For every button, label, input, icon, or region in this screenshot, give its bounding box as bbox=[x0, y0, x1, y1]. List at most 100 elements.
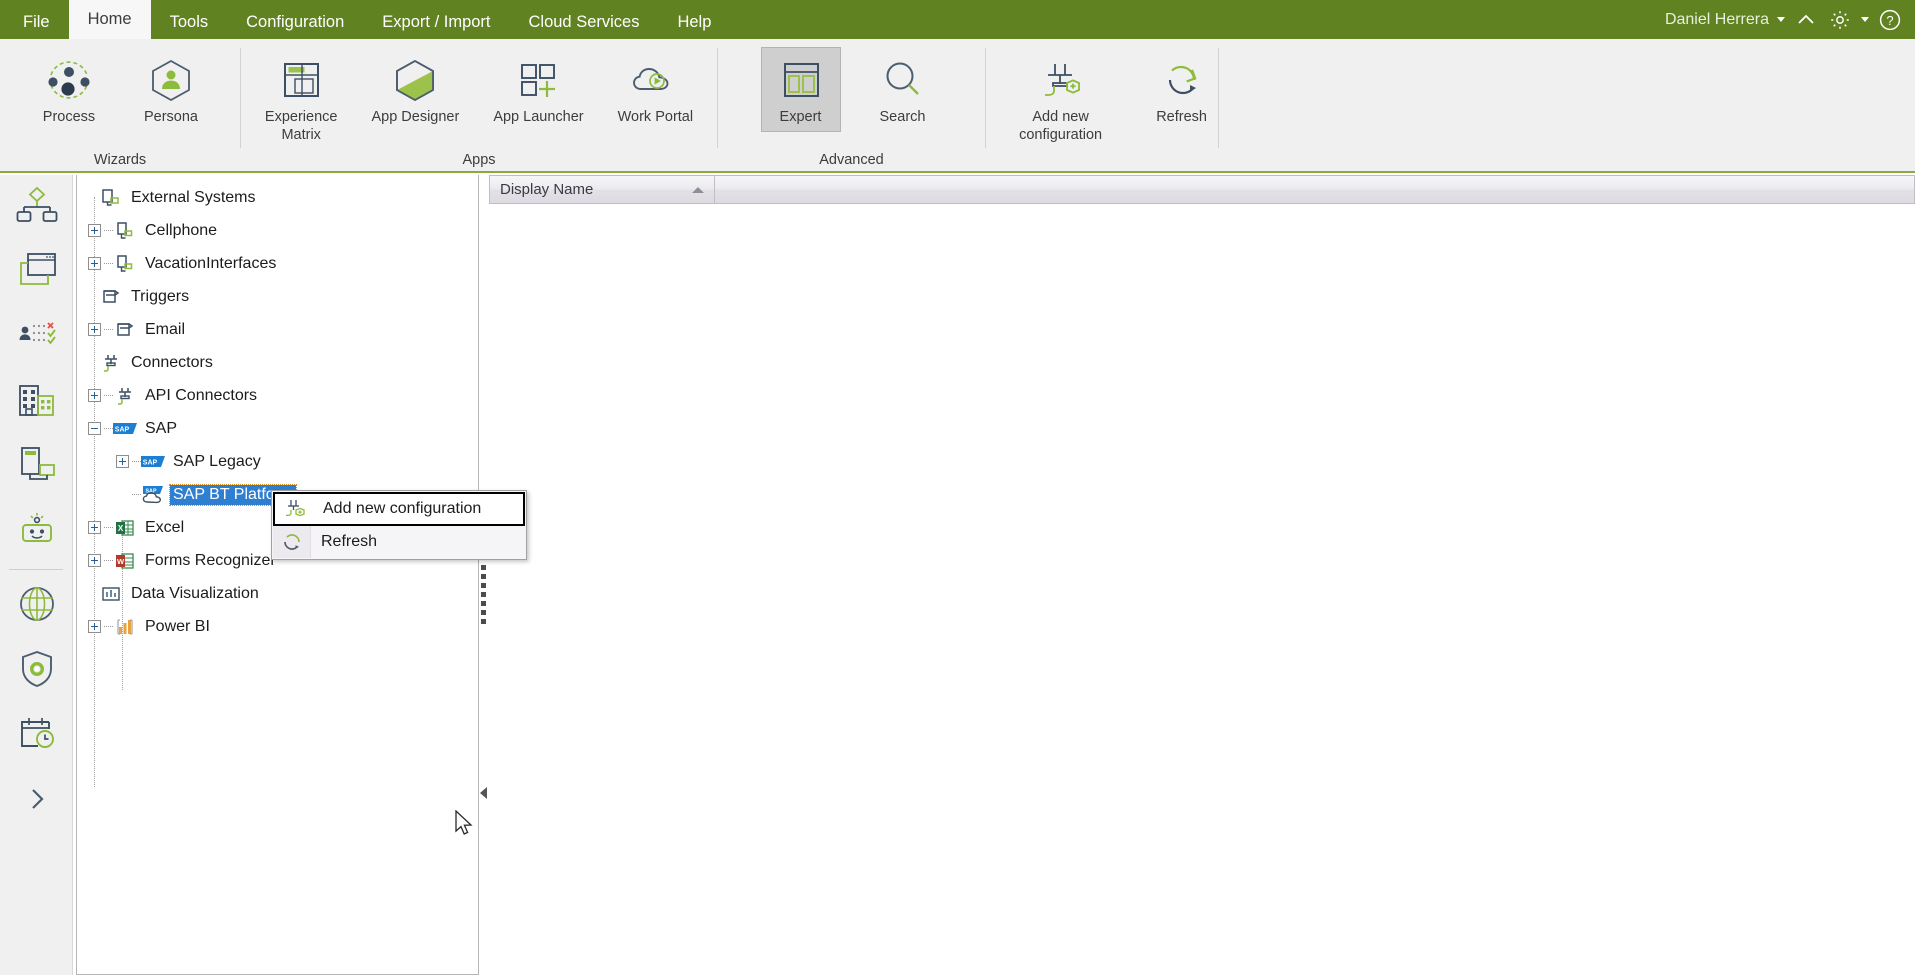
menu-tab-export-import[interactable]: Export / Import bbox=[363, 6, 509, 39]
tree-expander-plus-icon[interactable] bbox=[88, 224, 101, 237]
ribbon-group-divider bbox=[1218, 48, 1219, 148]
tree-node-cellphone[interactable]: Cellphone bbox=[77, 214, 478, 247]
grid-column-header-display-name[interactable]: Display Name bbox=[489, 175, 715, 204]
tree-expander-plus-icon[interactable] bbox=[88, 323, 101, 336]
tree-node-connectors[interactable]: Connectors bbox=[77, 346, 478, 379]
rail-item-bots[interactable] bbox=[0, 500, 73, 565]
rail-item-rules[interactable] bbox=[0, 305, 73, 370]
persona-button[interactable]: Persona bbox=[131, 47, 211, 132]
menu-tab-home[interactable]: Home bbox=[68, 0, 151, 39]
tree-node-label: API Connectors bbox=[145, 386, 258, 404]
experience-matrix-button[interactable]: Experience Matrix bbox=[253, 47, 350, 150]
add-new-configuration-button[interactable]: Add new configuration bbox=[986, 47, 1135, 150]
chart-bars-icon bbox=[99, 584, 123, 604]
refresh-circular-icon bbox=[273, 530, 311, 554]
left-icon-rail bbox=[0, 175, 73, 975]
sort-ascending-icon bbox=[692, 186, 704, 193]
ribbon-group-wizards: Process Persona Wizards bbox=[0, 39, 240, 173]
grid-body-empty[interactable] bbox=[489, 204, 1915, 975]
rail-item-processes[interactable] bbox=[0, 175, 73, 240]
svg-text:W: W bbox=[117, 557, 125, 566]
app-launcher-button[interactable]: App Launcher bbox=[481, 47, 595, 132]
tree-node-sap-legacy[interactable]: SAP SAP Legacy bbox=[77, 445, 478, 478]
context-menu-item-label: Add new configuration bbox=[323, 500, 482, 517]
expert-button[interactable]: Expert bbox=[760, 47, 841, 132]
expert-panes-icon bbox=[773, 53, 829, 107]
rail-item-scheduler[interactable] bbox=[0, 704, 73, 769]
tree-node-data-visualization[interactable]: Data Visualization bbox=[77, 577, 478, 610]
tree-expander-plus-icon[interactable] bbox=[116, 455, 129, 468]
current-user-label[interactable]: Daniel Herrera bbox=[1661, 11, 1773, 29]
grid-column-header-filler[interactable] bbox=[715, 175, 1915, 204]
persona-button-label: Persona bbox=[143, 109, 198, 125]
tree-expander-plus-icon[interactable] bbox=[88, 389, 101, 402]
rail-item-devices[interactable] bbox=[0, 435, 73, 500]
word-forms-icon: W bbox=[113, 551, 137, 571]
tree-node-label: Power BI bbox=[145, 617, 210, 635]
menu-tab-configuration[interactable]: Configuration bbox=[227, 6, 363, 39]
rail-item-integrations[interactable] bbox=[0, 574, 73, 639]
menu-tab-tools[interactable]: Tools bbox=[151, 6, 228, 39]
rail-item-expand-rail[interactable] bbox=[0, 769, 73, 834]
rail-item-organization[interactable] bbox=[0, 370, 73, 435]
help-circle-icon[interactable]: ? bbox=[1873, 0, 1907, 39]
ribbon-group-apps: Experience Matrix App Designer App Launc… bbox=[241, 39, 717, 173]
trigger-icon bbox=[99, 287, 123, 307]
chevron-up-icon[interactable] bbox=[1789, 0, 1823, 39]
context-menu[interactable]: Add new configuration Refresh bbox=[271, 490, 527, 560]
refresh-button[interactable]: Refresh bbox=[1145, 47, 1218, 132]
triangle-left-icon[interactable] bbox=[480, 787, 487, 799]
tree-node-power-bi[interactable]: Power BI bbox=[77, 610, 478, 643]
tree-expander-plus-icon[interactable] bbox=[88, 521, 101, 534]
tree-node-vacationinterfaces[interactable]: VacationInterfaces bbox=[77, 247, 478, 280]
search-button-label: Search bbox=[879, 109, 926, 125]
tree-node-triggers[interactable]: Triggers bbox=[77, 280, 478, 313]
menu-tab-cloud-services[interactable]: Cloud Services bbox=[510, 6, 659, 39]
search-icon bbox=[875, 53, 931, 107]
panel-splitter[interactable] bbox=[479, 175, 489, 975]
context-menu-item-label: Refresh bbox=[321, 533, 378, 550]
chevron-down-icon[interactable] bbox=[1773, 0, 1789, 39]
tree-node-external-systems[interactable]: External Systems bbox=[77, 181, 478, 214]
work-portal-button[interactable]: Work Portal bbox=[606, 47, 705, 132]
tree-expander-minus-icon[interactable] bbox=[88, 422, 101, 435]
tree-node-label: Connectors bbox=[131, 353, 213, 371]
tree-node-api-connectors[interactable]: API Connectors bbox=[77, 379, 478, 412]
configuration-tree-panel[interactable]: External Systems Cellphone VacationInter… bbox=[76, 175, 479, 975]
context-menu-item-add-new-configuration[interactable]: Add new configuration bbox=[273, 492, 525, 526]
menu-tab-file[interactable]: File bbox=[4, 6, 69, 39]
process-flow-icon bbox=[16, 184, 58, 231]
add-new-configuration-button-label: Add new configuration bbox=[1019, 109, 1103, 143]
menu-tab-label: Export / Import bbox=[382, 13, 491, 31]
tree-node-label: SAP Legacy bbox=[173, 452, 261, 470]
plug-plus-icon bbox=[275, 497, 313, 521]
menu-tab-label: Home bbox=[87, 10, 132, 28]
external-systems-icon bbox=[99, 188, 123, 208]
app-designer-button[interactable]: App Designer bbox=[359, 47, 471, 132]
tree-node-sap[interactable]: SAP SAP bbox=[77, 412, 478, 445]
tree-expander-plus-icon[interactable] bbox=[88, 620, 101, 633]
settings-chevron-down-icon[interactable] bbox=[1857, 0, 1873, 39]
context-menu-item-refresh[interactable]: Refresh bbox=[273, 526, 525, 558]
rail-item-security[interactable] bbox=[0, 639, 73, 704]
ribbon-group-advanced: Expert Search Advanced bbox=[718, 39, 985, 173]
search-button[interactable]: Search bbox=[863, 47, 943, 132]
menu-tab-help[interactable]: Help bbox=[658, 6, 730, 39]
menu-tab-label: Cloud Services bbox=[528, 13, 640, 31]
devices-icon bbox=[16, 444, 58, 491]
tree-node-label: SAP bbox=[145, 419, 178, 437]
grip-dots-icon[interactable] bbox=[481, 565, 487, 628]
menu-tab-label: Help bbox=[677, 13, 712, 31]
tree-expander-plus-icon[interactable] bbox=[88, 257, 101, 270]
rail-item-forms[interactable] bbox=[0, 240, 73, 305]
menu-tab-list: File Home Tools Configuration Export / I… bbox=[0, 0, 730, 39]
app-designer-hexagon-icon bbox=[387, 53, 443, 107]
sap-icon: SAP bbox=[113, 421, 137, 437]
process-button[interactable]: Process bbox=[29, 47, 109, 132]
power-bi-icon bbox=[113, 617, 137, 637]
chevron-right-icon bbox=[22, 784, 52, 819]
work-portal-button-label: Work Portal bbox=[617, 109, 694, 125]
tree-node-email[interactable]: Email bbox=[77, 313, 478, 346]
tree-expander-plus-icon[interactable] bbox=[88, 554, 101, 567]
gear-icon[interactable] bbox=[1823, 0, 1857, 39]
